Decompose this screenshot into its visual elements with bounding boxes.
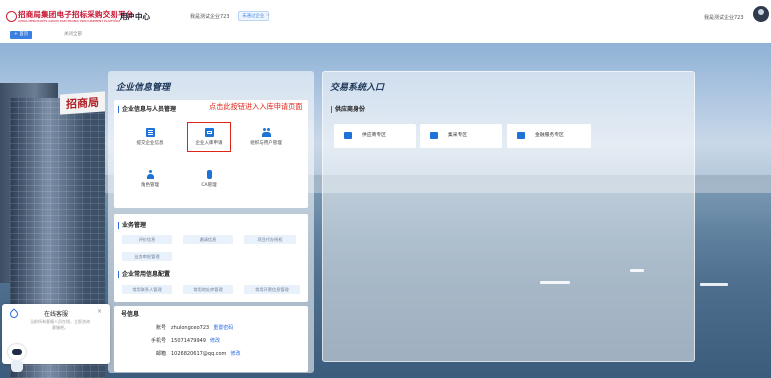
- user-name[interactable]: 我是测试企业723: [704, 14, 744, 21]
- online-service-title: 在线客服: [44, 311, 69, 318]
- finance-zone-button[interactable]: 金融服务专区: [507, 124, 591, 148]
- section-title-common: 企业常用信息配置: [118, 271, 170, 278]
- address-management-button[interactable]: 常用地址库管理: [183, 285, 233, 294]
- user-center-title: 用户中心: [120, 12, 150, 21]
- procurement-zone-button[interactable]: 集采专区: [420, 124, 502, 148]
- ship: [700, 283, 728, 286]
- service-icon: [8, 308, 20, 320]
- brand-subtitle: CHINA MERCHANTS GROUP ELECTRONIC PROCURE…: [18, 19, 120, 23]
- annotation-note: 点击此按钮进入入库申请页面: [209, 102, 303, 111]
- company-status-badge: 未通过企业: [238, 11, 269, 21]
- logo-icon: [6, 11, 17, 22]
- enterprise-info-title: 企业信息管理: [116, 83, 171, 93]
- ca-management-button[interactable]: CA管理: [189, 170, 229, 188]
- invitation-info-button[interactable]: 邀请信息: [183, 235, 233, 244]
- supplier-zone-button[interactable]: 供应商专区: [334, 124, 416, 148]
- company-name: 我是测试企业723: [190, 14, 230, 20]
- supplier-icon: [344, 132, 352, 139]
- contacts-management-button[interactable]: 常用联系人管理: [122, 285, 172, 294]
- building-sign: 招商局: [60, 91, 105, 115]
- section-title-account: 号信息: [121, 311, 140, 318]
- account-row: 账号 zhulongceo723 重置密码: [155, 325, 234, 331]
- edit-phone-link[interactable]: 修改: [210, 338, 220, 344]
- online-service-subtitle: 当前所有客服人员在线，立即咨询客服吧。: [30, 319, 90, 330]
- org-user-management-button[interactable]: 组织与用户管理: [246, 128, 286, 146]
- project-authorization-button[interactable]: 项目代办授权: [244, 235, 296, 244]
- invoice-management-button[interactable]: 常用开票信息管理: [244, 285, 300, 294]
- close-all-tabs-button[interactable]: 关闭全部: [64, 31, 82, 39]
- section-title-supplier: 供应商身份: [331, 106, 365, 113]
- trading-system-panel: [322, 71, 695, 362]
- submit-info-button[interactable]: 提交企业信息: [130, 128, 170, 146]
- section-title-business: 业务管理: [118, 222, 146, 229]
- top-bar: 招商局集团电子招标采购交易平台 CHINA MERCHANTS GROUP EL…: [0, 0, 771, 31]
- header-divider: [115, 11, 116, 22]
- business-approval-button[interactable]: 业务审批管理: [122, 252, 172, 261]
- avatar[interactable]: [753, 6, 769, 22]
- trading-system-title: 交易系统入口: [330, 83, 385, 93]
- usb-key-icon: [206, 170, 212, 179]
- role-management-button[interactable]: 角色管理: [130, 170, 170, 188]
- document-icon: [145, 128, 155, 137]
- robot-assistant-icon[interactable]: [2, 340, 32, 374]
- edit-email-link[interactable]: 修改: [230, 351, 240, 357]
- user-icon: [146, 170, 155, 179]
- evaluation-info-button[interactable]: 评价信息: [122, 235, 172, 244]
- cart-icon: [430, 132, 438, 139]
- finance-icon: [517, 132, 525, 139]
- reset-password-link[interactable]: 重置密码: [213, 325, 233, 331]
- account-row: 邮箱 1026820617@qq.com 修改: [155, 351, 241, 357]
- info-card: [114, 100, 308, 208]
- close-icon[interactable]: ×: [97, 308, 102, 315]
- highlight-box: [187, 122, 231, 152]
- users-icon: [261, 128, 271, 137]
- tab-home[interactable]: + 首页: [10, 31, 33, 39]
- company-dropdown-icon[interactable]: ⌵: [266, 12, 270, 18]
- section-title-info: 企业信息与人员管理: [118, 106, 176, 113]
- account-row: 手机号 15071479949 修改: [150, 338, 221, 344]
